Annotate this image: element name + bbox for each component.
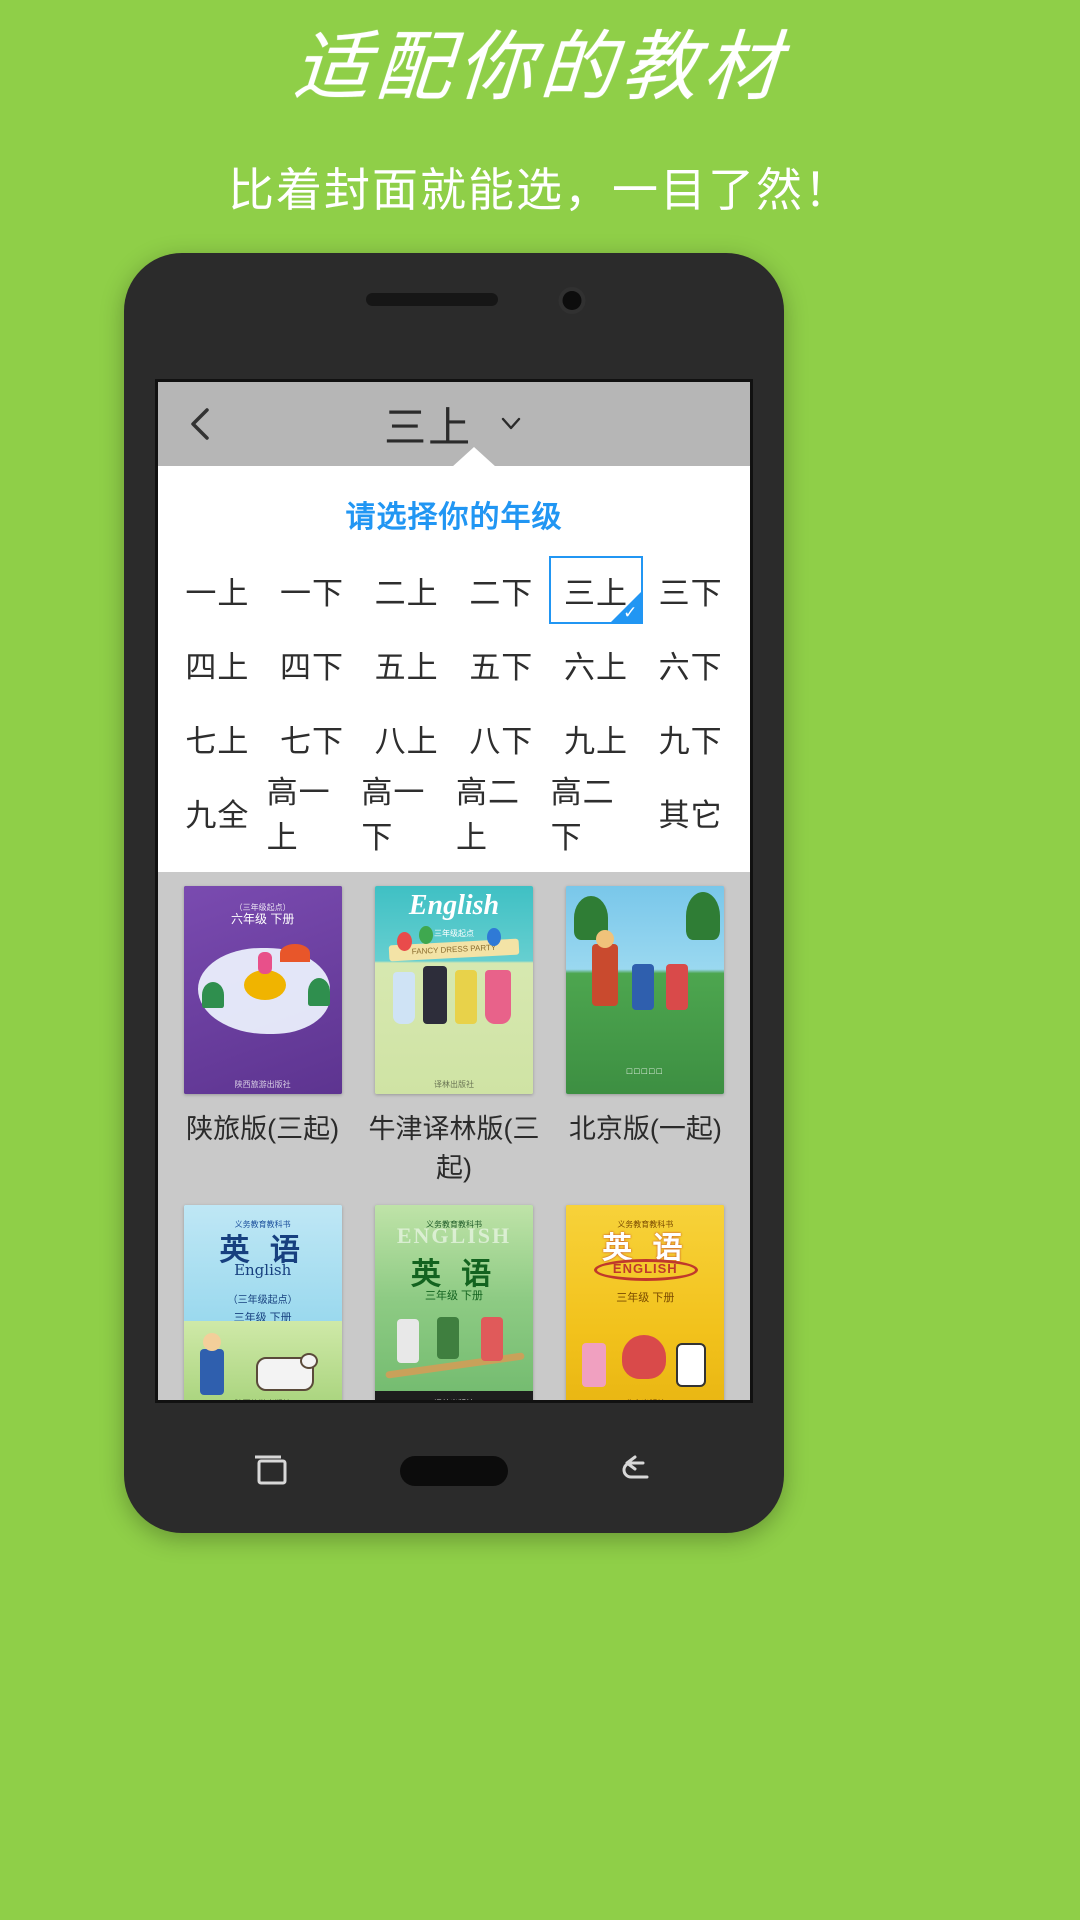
grade-cell[interactable]: 高二下 xyxy=(548,775,644,855)
grade-cell-label: 七上 xyxy=(185,723,250,759)
grade-cell-label: 九上 xyxy=(563,723,628,759)
book-cover-image[interactable]: □□□□□ xyxy=(566,886,725,1094)
grade-dropdown-panel: 请选择你的年级 一上 一下 二上 二下 三上 ✓ 三下四上 四下 五上 五下 六上 六下七上 七下 八上八… xyxy=(158,447,750,872)
grade-cell-label: 九全 xyxy=(185,797,250,833)
book-item[interactable]: □□□□□ 北京版(一起) xyxy=(559,886,732,1199)
grade-cell-label: 二上 xyxy=(374,575,439,611)
book-label: 北京版(一起) xyxy=(568,1114,722,1144)
grade-cell-label: 四下 xyxy=(279,649,344,685)
book-cover-image[interactable]: 义务教育教科书英 语ENGLISH三年级 下册北京出版社 xyxy=(566,1205,725,1400)
book-cover-image[interactable]: English 三年级起点 FANCY DRESS PARTY 译林出版社 xyxy=(374,886,533,1094)
grade-cell[interactable]: 九上 xyxy=(548,704,644,772)
book-item[interactable]: （三年级起点） 六年级 下册 陕西旅游出版社陕旅版(三起) xyxy=(176,886,349,1199)
book-row: 义务教育教科书英 语English（三年级起点）三年级 下册陕西旅游出版社陕旅版… xyxy=(176,1205,732,1400)
promo-header: 适配你的教材 比着封面就能选，一目了然！ xyxy=(0,0,1080,220)
grade-cell-label: 四上 xyxy=(185,649,250,685)
grade-cell[interactable]: 五下 xyxy=(453,630,549,698)
book-item[interactable]: 义务教育教科书ENGLISH英 语三年级 下册译林出版社牛津译林版(三起) xyxy=(367,1205,540,1400)
grade-cell[interactable]: 其它 xyxy=(643,778,738,846)
promo-title: 适配你的教材 xyxy=(290,22,790,111)
book-item[interactable]: 义务教育教科书英 语English（三年级起点）三年级 下册陕西旅游出版社陕旅版… xyxy=(176,1205,349,1400)
grade-cell-label: 三下 xyxy=(658,575,723,611)
grade-cell-label: 五上 xyxy=(374,649,439,685)
grade-cell[interactable]: 九下 xyxy=(643,704,738,772)
grade-cell-label: 高一下 xyxy=(361,775,426,855)
phone-screen: 三上 请选择你的年级 一上 一下 二上 二下 三上 ✓ 三下四上 四下 五上 五下 六上 六下七上 七下… xyxy=(155,379,753,1403)
home-pill-icon[interactable] xyxy=(399,1456,508,1486)
grade-cell[interactable]: 二下 xyxy=(453,556,549,624)
grade-cell[interactable]: 高一下 xyxy=(359,775,454,855)
speaker-grille-icon xyxy=(366,293,498,306)
grade-cell[interactable]: 七上 xyxy=(170,704,265,772)
grade-cell[interactable]: 八下 xyxy=(453,704,549,772)
phone-top-bezel xyxy=(124,253,784,379)
grade-cell[interactable]: 六下 xyxy=(643,630,738,698)
grade-cell[interactable]: 高一上 xyxy=(264,775,360,855)
back-arrow-icon[interactable] xyxy=(613,1447,661,1495)
book-cover-image[interactable]: 义务教育教科书英 语English（三年级起点）三年级 下册陕西旅游出版社 xyxy=(183,1205,342,1400)
grade-cell-label: 一下 xyxy=(279,575,344,611)
grade-cell[interactable]: 七下 xyxy=(264,704,360,772)
chevron-left-icon[interactable] xyxy=(180,402,224,446)
book-row: （三年级起点） 六年级 下册 陕西旅游出版社 陕旅版(三起) English 三年级起点 F… xyxy=(176,886,732,1199)
grade-cell[interactable]: 四下 xyxy=(264,630,360,698)
grade-cell[interactable]: 一下 xyxy=(264,556,360,624)
panel-title: 请选择你的年级 xyxy=(345,501,563,534)
recents-square-icon[interactable] xyxy=(247,1447,295,1495)
book-cover-image[interactable]: （三年级起点） 六年级 下册 陕西旅游出版社 xyxy=(183,886,342,1094)
book-label: 牛津译林版(三起) xyxy=(368,1114,540,1183)
grade-cell[interactable]: 一上 xyxy=(170,556,265,624)
grade-cell-label: 其它 xyxy=(658,797,723,833)
grade-cell[interactable]: 三上 ✓ xyxy=(548,556,644,624)
grade-cell[interactable]: 二上 xyxy=(359,556,454,624)
book-grid: （三年级起点） 六年级 下册 陕西旅游出版社 陕旅版(三起) English 三年级起点 F… xyxy=(158,872,750,1400)
chevron-down-icon xyxy=(498,398,524,446)
grade-cell-label: 七下 xyxy=(279,723,344,759)
book-label: 陕旅版(三起) xyxy=(186,1114,340,1144)
phone-nav-bar xyxy=(124,1409,784,1533)
promo-subtitle: 比着封面就能选，一目了然！ xyxy=(228,163,852,216)
grade-grid: 一上 一下 二上 二下 三上 ✓ 三下 四上 四下 五上 五下 六上 六下 七上 七下 八上 八下 九上 九下 九全高… xyxy=(158,556,750,855)
app-bar-title: 三上 xyxy=(384,403,473,451)
book-item[interactable]: English 三年级起点 FANCY DRESS PARTY 译林出版社牛津译林版(… xyxy=(367,886,540,1199)
check-icon: ✓ xyxy=(623,603,639,622)
grade-cell-label: 八下 xyxy=(469,723,534,759)
grade-cell[interactable]: 五上 xyxy=(359,630,454,698)
grade-cell[interactable]: 八上 xyxy=(359,704,454,772)
grade-cell-label: 高二上 xyxy=(455,775,520,855)
panel-pointer-arrow xyxy=(452,447,496,467)
front-camera-icon xyxy=(562,291,582,310)
grade-cell[interactable]: 高二上 xyxy=(453,775,549,855)
grade-cell[interactable]: 六上 xyxy=(548,630,644,698)
grade-cell-label: 八上 xyxy=(374,723,439,759)
app-bar-title-group[interactable]: 三上 xyxy=(158,394,750,455)
grade-cell[interactable]: 四上 xyxy=(170,630,265,698)
grade-cell-label: 五下 xyxy=(469,649,534,685)
grade-cell-label: 二下 xyxy=(469,575,534,611)
book-cover-image[interactable]: 义务教育教科书ENGLISH英 语三年级 下册译林出版社 xyxy=(374,1205,533,1400)
grade-cell-label: 六下 xyxy=(658,649,723,685)
grade-cell-label: 一上 xyxy=(185,575,250,611)
grade-cell-label: 九下 xyxy=(658,723,723,759)
book-item[interactable]: 义务教育教科书英 语ENGLISH三年级 下册北京出版社北京版(一起) xyxy=(559,1205,732,1400)
grade-cell-label: 六上 xyxy=(563,649,628,685)
grade-cell-label: 高二下 xyxy=(550,775,615,855)
grade-cell[interactable]: 九全 xyxy=(170,778,265,846)
phone-mockup: 三上 请选择你的年级 一上 一下 二上 二下 三上 ✓ 三下四上 四下 五上 五下 六上 六下七上 七下… xyxy=(124,253,784,1533)
grade-cell[interactable]: 三下 xyxy=(643,556,738,624)
grade-cell-label: 高一上 xyxy=(266,775,331,855)
